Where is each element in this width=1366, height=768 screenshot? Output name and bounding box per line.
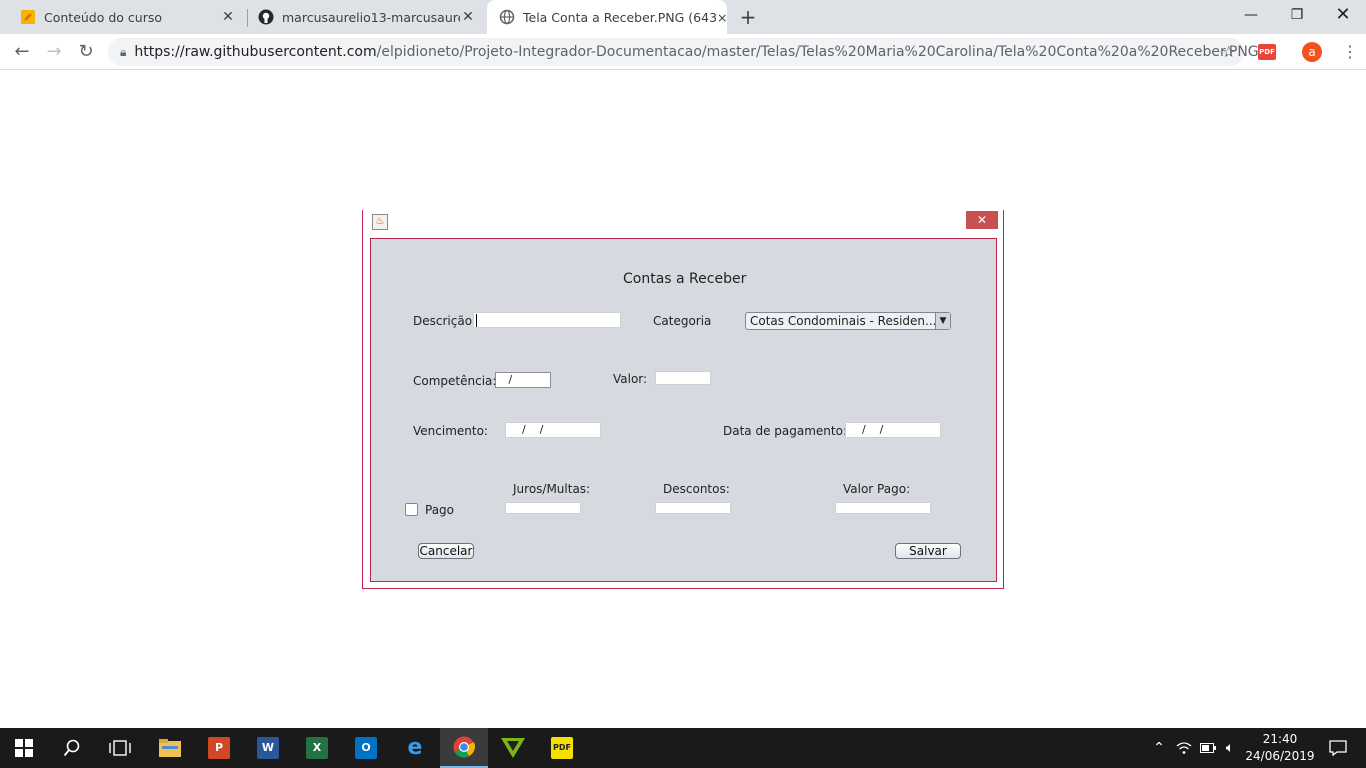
form-panel: Contas a Receber Descrição: Categoria Co… [370,238,997,582]
vencimento-field[interactable]: / / [505,422,601,438]
taskbar-powerpoint[interactable]: P [195,728,243,768]
tab-title: Tela Conta a Receber.PNG (643× [523,9,727,25]
taskbar-clock[interactable]: 21:40 24/06/2019 [1240,731,1320,765]
clock-time: 21:40 [1262,732,1298,746]
url-host: https://raw.githubusercontent.com [134,44,377,60]
url-path: /elpidioneto/Projeto-Integrador-Document… [376,44,1259,60]
data-pagamento-label: Data de pagamento: [723,424,847,438]
lock-icon: 🔒︎ [120,44,127,59]
show-hidden-icons-chevron-icon[interactable]: ⌃ [1150,728,1168,768]
taskbar-pdf-app[interactable]: PDF [538,728,586,768]
descricao-field[interactable] [473,312,621,328]
pencil-icon [21,10,35,24]
valor-pago-label: Valor Pago: [843,482,911,496]
tab-strip: Conteúdo do curso ✕ marcusaurelio13-marc… [0,0,1366,34]
java-window: ♨ ✕ Contas a Receber Descrição: Categori… [362,210,1004,589]
form-title: Contas a Receber [623,271,747,287]
competencia-label: Competência: [413,374,497,388]
descricao-label: Descrição: [413,314,477,328]
excel-icon: X [306,737,328,759]
valor-pago-field[interactable] [835,502,931,514]
globe-icon [499,9,515,25]
windows-logo-icon [15,739,33,757]
triangle-app-icon [501,738,525,758]
taskbar-edge[interactable]: e [391,728,439,768]
tab-github[interactable]: marcusaurelio13-marcusaurelio1 ✕ [238,0,486,34]
pago-checkbox[interactable] [405,503,418,516]
descontos-label: Descontos: [663,482,730,496]
java-app-icon: ♨ [372,214,388,230]
pdf-extension-icon[interactable]: PDF [1258,44,1276,60]
java-close-button[interactable]: ✕ [966,211,998,229]
browser-toolbar: ← → ↻ 🔒︎ https://raw.githubusercontent.c… [0,34,1366,70]
dropdown-arrow-icon[interactable]: ▼ [935,313,950,329]
taskbar-vlc-like[interactable] [489,728,537,768]
taskbar-chrome[interactable] [440,728,488,768]
close-tab-icon[interactable]: ✕ [220,9,236,25]
search-icon [63,739,80,757]
competencia-field[interactable]: / [495,372,551,388]
taskbar-word[interactable]: W [244,728,292,768]
forward-arrow-icon[interactable]: → [40,38,68,66]
text-caret [476,314,477,327]
close-window-button[interactable]: ✕ [1320,0,1366,30]
restore-window-button[interactable]: ❐ [1274,0,1320,30]
windows-taskbar: P W X O e PDF ⌃ 🔈︎ 21:40 24/06/2019 [0,728,1366,768]
salvar-button[interactable]: Salvar [895,543,961,559]
data-pagamento-field[interactable]: / / [845,422,941,438]
bookmark-star-icon[interactable]: ☆ [1222,42,1236,61]
clock-date: 24/06/2019 [1245,749,1315,763]
chrome-icon [453,736,475,758]
taskbar-file-explorer[interactable] [146,728,194,768]
pago-label: Pago [425,503,455,517]
profile-avatar[interactable]: a [1302,42,1322,62]
word-icon: W [257,737,279,759]
tab-conteudo-do-curso[interactable]: Conteúdo do curso ✕ [0,0,246,34]
vencimento-label: Vencimento: [413,424,488,438]
categoria-selected-value: Cotas Condominais - Residen... [750,314,937,328]
notifications-icon[interactable] [1318,728,1358,768]
powerpoint-icon: P [208,737,230,759]
categoria-dropdown[interactable]: Cotas Condominais - Residen... ▼ [745,312,951,330]
taskbar-outlook[interactable]: O [342,728,390,768]
outlook-icon: O [355,737,377,759]
valor-label: Valor: [613,372,648,386]
volume-icon[interactable]: 🔈︎ [1220,728,1240,768]
back-arrow-icon[interactable]: ← [8,38,36,66]
battery-icon[interactable] [1198,728,1218,768]
close-tab-icon[interactable]: ✕ [460,9,476,25]
reload-icon[interactable]: ↻ [72,38,100,66]
wifi-icon[interactable] [1174,728,1194,768]
tab-tela-conta-a-receber[interactable]: Tela Conta a Receber.PNG (643× [487,0,727,34]
juros-multas-label: Juros/Multas: [513,482,591,496]
pdf-app-icon: PDF [551,737,573,759]
tab-title: Conteúdo do curso [44,9,163,25]
browser-menu-icon[interactable]: ⋮ [1342,42,1358,62]
github-icon [258,9,274,25]
start-button[interactable] [0,728,48,768]
minimize-window-button[interactable]: — [1228,0,1274,30]
taskbar-excel[interactable]: X [293,728,341,768]
juros-multas-field[interactable] [505,502,581,514]
address-bar[interactable]: 🔒︎ https://raw.githubusercontent.com/elp… [108,38,1259,66]
valor-field[interactable] [655,371,711,385]
cancelar-button[interactable]: Cancelar [418,543,474,559]
folder-icon [159,739,181,757]
edge-icon: e [407,735,423,760]
descontos-field[interactable] [655,502,731,514]
tab-title: marcusaurelio13-marcusaurelio1 [282,9,460,25]
task-view-button[interactable] [96,728,144,768]
search-button[interactable] [48,728,96,768]
task-view-icon [109,740,131,756]
categoria-label: Categoria [653,314,712,328]
new-tab-button[interactable]: + [736,5,760,29]
